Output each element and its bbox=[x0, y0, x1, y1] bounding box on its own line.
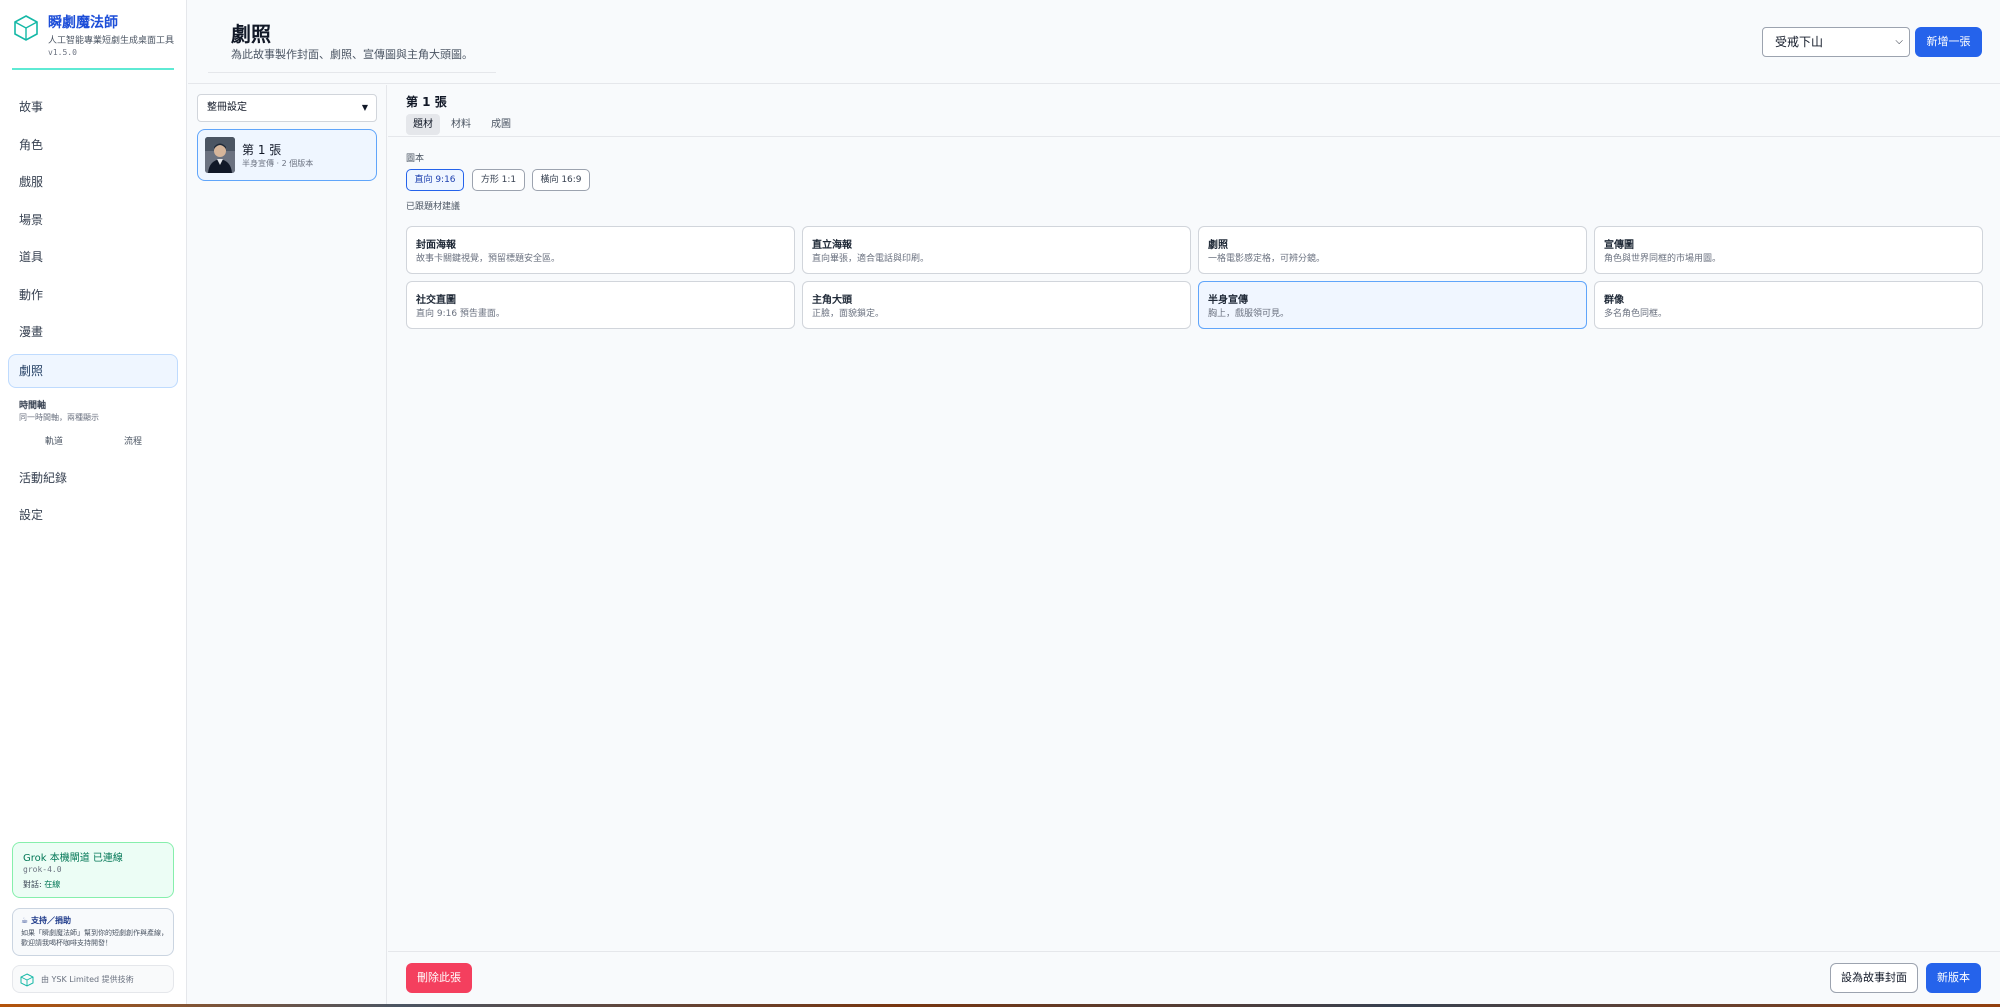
template-title: 半身宣傳 bbox=[1208, 295, 1248, 306]
ratio-square-button[interactable]: 方形 1:1 bbox=[472, 169, 525, 191]
timeline-title: 時間軸 bbox=[19, 401, 47, 411]
template-desc: 直向 9:16 預告畫面。 bbox=[416, 309, 505, 319]
sidebar-item-costumes[interactable]: 戲服 bbox=[8, 165, 178, 199]
support-text: 如果「瞬劇魔法師」幫到你的短劇創作與產線，歡迎請我喝杯咖啡支持開發！ bbox=[21, 929, 168, 947]
tab-subject[interactable]: 題材 bbox=[406, 114, 440, 135]
story-select[interactable]: 受戒下山 ⌵ bbox=[1762, 27, 1910, 57]
portrait-thumbnail-icon bbox=[205, 137, 235, 173]
template-desc: 故事卡關鍵視覺，預留標題安全區。 bbox=[416, 254, 561, 264]
header-divider bbox=[208, 72, 496, 73]
add-still-button[interactable]: 新增一張 bbox=[1915, 27, 1982, 57]
tabs-divider bbox=[388, 136, 2000, 137]
tab-materials[interactable]: 材料 bbox=[444, 114, 478, 135]
template-title: 封面海報 bbox=[416, 240, 456, 251]
page-title: 劇照 bbox=[231, 22, 271, 46]
model-name: grok-4.0 bbox=[23, 865, 62, 874]
session-label: 對話 bbox=[23, 880, 39, 889]
template-title: 劇照 bbox=[1208, 240, 1228, 251]
set-cover-button[interactable]: 設為故事封面 bbox=[1830, 963, 1918, 993]
app-version: v1.5.0 bbox=[48, 48, 77, 57]
template-desc: 角色與世界同框的市場用圖。 bbox=[1604, 254, 1722, 264]
template-title: 宣傳圖 bbox=[1604, 240, 1634, 251]
support-card[interactable]: ☕ 支持／捐助 如果「瞬劇魔法師」幫到你的短劇創作與產線，歡迎請我喝杯咖啡支持開… bbox=[12, 908, 174, 956]
template-desc: 多名角色同框。 bbox=[1604, 309, 1668, 319]
caret-down-icon: ▼ bbox=[361, 103, 368, 112]
filter-select[interactable]: 整冊設定 ▼ bbox=[197, 94, 377, 122]
tab-output[interactable]: 成圖 bbox=[484, 114, 518, 135]
stills-list: 整冊設定 ▼ 第 1 張 半身宣傳 · 2 個版本 bbox=[188, 85, 387, 1007]
new-version-button[interactable]: 新版本 bbox=[1926, 963, 1981, 993]
sidebar-item-characters[interactable]: 角色 bbox=[8, 128, 178, 162]
cube-small-icon bbox=[20, 973, 34, 987]
sidebar-item-activity-log[interactable]: 活動紀錄 bbox=[8, 461, 178, 495]
cube-logo-icon bbox=[14, 15, 38, 41]
credit-text: 由 YSK Limited 提供技術 bbox=[41, 975, 134, 984]
page-subtitle: 為此故事製作封面、劇照、宣傳圖與主角大頭圖。 bbox=[231, 48, 473, 61]
still-title: 第 1 張 bbox=[406, 95, 447, 109]
sidebar-item-props[interactable]: 道具 bbox=[8, 240, 178, 274]
brand: 瞬劇魔法師 人工智能專業短劇生成桌面工具 v1.5.0 bbox=[12, 10, 174, 70]
still-card-subtitle: 半身宣傳 · 2 個版本 bbox=[242, 159, 314, 168]
sidebar: 瞬劇魔法師 人工智能專業短劇生成桌面工具 v1.5.0 故事 角色 戲服 場景 … bbox=[0, 0, 187, 1007]
template-vertical-poster[interactable]: 直立海報 直向畢張，適合電話與印刷。 bbox=[802, 226, 1191, 274]
template-hint: 已跟題材建議 bbox=[406, 202, 461, 212]
template-title: 直立海報 bbox=[812, 240, 852, 251]
credit-badge: 由 YSK Limited 提供技術 bbox=[12, 965, 174, 993]
connection-status-title: Grok 本機閘道 已連線 bbox=[23, 853, 123, 864]
template-ensemble[interactable]: 群像 多名角色同框。 bbox=[1594, 281, 1983, 329]
sidebar-item-actions[interactable]: 動作 bbox=[8, 278, 178, 312]
sidebar-item-settings[interactable]: 設定 bbox=[8, 498, 178, 532]
timeline-link-track[interactable]: 軌道 bbox=[45, 434, 63, 447]
template-desc: 正臉，面貌鎖定。 bbox=[812, 309, 885, 319]
sidebar-item-comics[interactable]: 漫畫 bbox=[8, 315, 178, 349]
sidebar-item-stills[interactable]: 劇照 bbox=[8, 354, 178, 388]
template-desc: 直向畢張，適合電話與印刷。 bbox=[812, 254, 930, 264]
template-title: 群像 bbox=[1604, 295, 1624, 306]
template-social-vertical[interactable]: 社交直圖 直向 9:16 預告畫面。 bbox=[406, 281, 795, 329]
story-select-value: 受戒下山 bbox=[1775, 35, 1824, 49]
connection-status-card: Grok 本機閘道 已連線 grok-4.0 對話: 在線 bbox=[12, 842, 174, 898]
template-still[interactable]: 劇照 一格電影感定格，可辨分鏡。 bbox=[1198, 226, 1587, 274]
template-desc: 一格電影感定格，可辨分鏡。 bbox=[1208, 254, 1326, 264]
template-cover-poster[interactable]: 封面海報 故事卡關鍵視覺，預留標題安全區。 bbox=[406, 226, 795, 274]
ratio-landscape-button[interactable]: 橫向 16:9 bbox=[532, 169, 590, 191]
still-thumbnail bbox=[205, 137, 235, 173]
chevron-down-icon: ⌵ bbox=[1895, 36, 1903, 47]
delete-still-button[interactable]: 刪除此張 bbox=[406, 963, 472, 993]
sidebar-item-story[interactable]: 故事 bbox=[8, 90, 178, 124]
app-name: 瞬劇魔法師 bbox=[48, 15, 118, 31]
still-card[interactable]: 第 1 張 半身宣傳 · 2 個版本 bbox=[197, 129, 377, 181]
app-subtitle: 人工智能專業短劇生成桌面工具 bbox=[48, 36, 175, 46]
template-promo[interactable]: 宣傳圖 角色與世界同框的市場用圖。 bbox=[1594, 226, 1983, 274]
filter-select-value: 整冊設定 bbox=[207, 102, 247, 113]
editor-footer: 刪除此張 設為故事封面 新版本 bbox=[388, 951, 2000, 1007]
page-header: 劇照 為此故事製作封面、劇照、宣傳圖與主角大頭圖。 受戒下山 ⌵ 新增一張 bbox=[188, 0, 2000, 84]
template-half-body-promo[interactable]: 半身宣傳 胸上，戲服領可見。 bbox=[1198, 281, 1587, 329]
template-lead-headshot[interactable]: 主角大頭 正臉，面貌鎖定。 bbox=[802, 281, 1191, 329]
sidebar-item-scenes[interactable]: 場景 bbox=[8, 203, 178, 237]
ratio-label: 圖本 bbox=[406, 154, 425, 164]
timeline-link-flow[interactable]: 流程 bbox=[124, 434, 142, 447]
ratio-portrait-button[interactable]: 直向 9:16 bbox=[406, 169, 464, 191]
still-editor: 第 1 張 題材 材料 成圖 圖本 直向 9:16 方形 1:1 橫向 16:9… bbox=[388, 85, 2000, 1007]
template-title: 社交直圖 bbox=[416, 295, 456, 306]
timeline-subtitle: 同一時間軸，兩種顯示 bbox=[19, 413, 99, 422]
support-title: ☕ 支持／捐助 bbox=[21, 916, 71, 925]
session-value: 在線 bbox=[44, 880, 61, 889]
still-card-title: 第 1 張 bbox=[242, 143, 282, 157]
session-status: 對話: 在線 bbox=[23, 880, 61, 889]
template-desc: 胸上，戲服領可見。 bbox=[1208, 309, 1290, 319]
template-title: 主角大頭 bbox=[812, 295, 852, 306]
